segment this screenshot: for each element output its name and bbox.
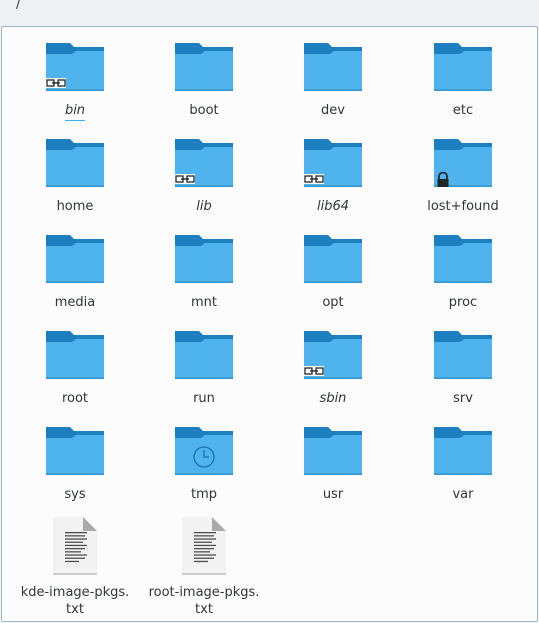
folder-item-root[interactable]: root: [16, 315, 134, 406]
item-label: sys: [64, 487, 86, 502]
link-icon: [45, 77, 67, 89]
folder-icon: [45, 137, 105, 189]
item-label: lost+found: [427, 199, 499, 214]
folder-item-usr[interactable]: usr: [274, 411, 392, 502]
folder-icon: [303, 41, 363, 93]
folder-item-sbin[interactable]: sbin: [274, 315, 392, 406]
item-label: usr: [322, 487, 344, 502]
item-label: var: [452, 487, 474, 502]
folder-item-dev[interactable]: dev: [274, 27, 392, 118]
folder-icon: [433, 137, 493, 189]
folder-icon: [174, 425, 234, 477]
item-label: bin: [64, 103, 86, 118]
folder-item-var[interactable]: var: [404, 411, 522, 502]
item-label: kde-image-pkgs. txt: [20, 585, 130, 617]
folder-item-run[interactable]: run: [145, 315, 263, 406]
folder-item-opt[interactable]: opt: [274, 219, 392, 310]
location-path: /: [16, 0, 21, 12]
item-label: lib64: [316, 199, 350, 214]
folder-icon: [174, 329, 234, 381]
folder-item-lost-found[interactable]: lost+found: [404, 123, 522, 214]
item-label: sbin: [319, 391, 347, 406]
folder-icon: [303, 329, 363, 381]
folder-icon: [174, 41, 234, 93]
folder-icon: [174, 233, 234, 285]
folder-icon: [174, 137, 234, 189]
folder-item-bin[interactable]: bin: [16, 27, 134, 121]
item-label: dev: [321, 103, 345, 118]
item-label: lib: [196, 199, 212, 214]
item-label: root-image-pkgs. txt: [148, 585, 260, 617]
link-icon: [303, 173, 325, 185]
location-bar[interactable]: /: [0, 0, 539, 24]
folder-icon: [433, 41, 493, 93]
folder-item-sys[interactable]: sys: [16, 411, 134, 502]
file-item-root-image-pkgs-txt[interactable]: root-image-pkgs. txt: [145, 507, 263, 617]
item-label: home: [56, 199, 94, 214]
item-label: opt: [322, 295, 344, 310]
clock-icon: [192, 445, 216, 469]
item-label: etc: [452, 103, 474, 118]
item-label: srv: [453, 391, 473, 406]
item-label: proc: [448, 295, 478, 310]
folder-item-media[interactable]: media: [16, 219, 134, 310]
folder-icon: [45, 233, 105, 285]
folder-icon: [303, 425, 363, 477]
folder-item-home[interactable]: home: [16, 123, 134, 214]
item-label: tmp: [190, 487, 217, 502]
item-label: boot: [189, 103, 219, 118]
item-label: run: [193, 391, 215, 406]
file-item-kde-image-pkgs-txt[interactable]: kde-image-pkgs. txt: [16, 507, 134, 617]
folder-icon: [433, 233, 493, 285]
text-file-icon: [45, 515, 105, 577]
link-icon: [303, 365, 325, 377]
folder-icon: [303, 137, 363, 189]
folder-item-lib64[interactable]: lib64: [274, 123, 392, 214]
folder-icon: [45, 329, 105, 381]
link-icon: [174, 173, 196, 185]
folder-item-lib[interactable]: lib: [145, 123, 263, 214]
folder-item-srv[interactable]: srv: [404, 315, 522, 406]
item-label: media: [54, 295, 96, 310]
folder-item-tmp[interactable]: tmp: [145, 411, 263, 502]
folder-item-proc[interactable]: proc: [404, 219, 522, 310]
item-label: mnt: [191, 295, 217, 310]
folder-icon: [45, 425, 105, 477]
file-icon-view[interactable]: bin boot dev etc home lib lib64 lost+fou…: [1, 26, 538, 622]
folder-item-mnt[interactable]: mnt: [145, 219, 263, 310]
text-file-icon: [174, 515, 234, 577]
folder-item-etc[interactable]: etc: [404, 27, 522, 118]
folder-icon: [433, 329, 493, 381]
folder-item-boot[interactable]: boot: [145, 27, 263, 118]
lock-icon: [435, 172, 451, 188]
folder-icon: [433, 425, 493, 477]
folder-icon: [45, 41, 105, 93]
folder-icon: [303, 233, 363, 285]
hover-underline: [65, 120, 85, 121]
item-label: root: [61, 391, 89, 406]
